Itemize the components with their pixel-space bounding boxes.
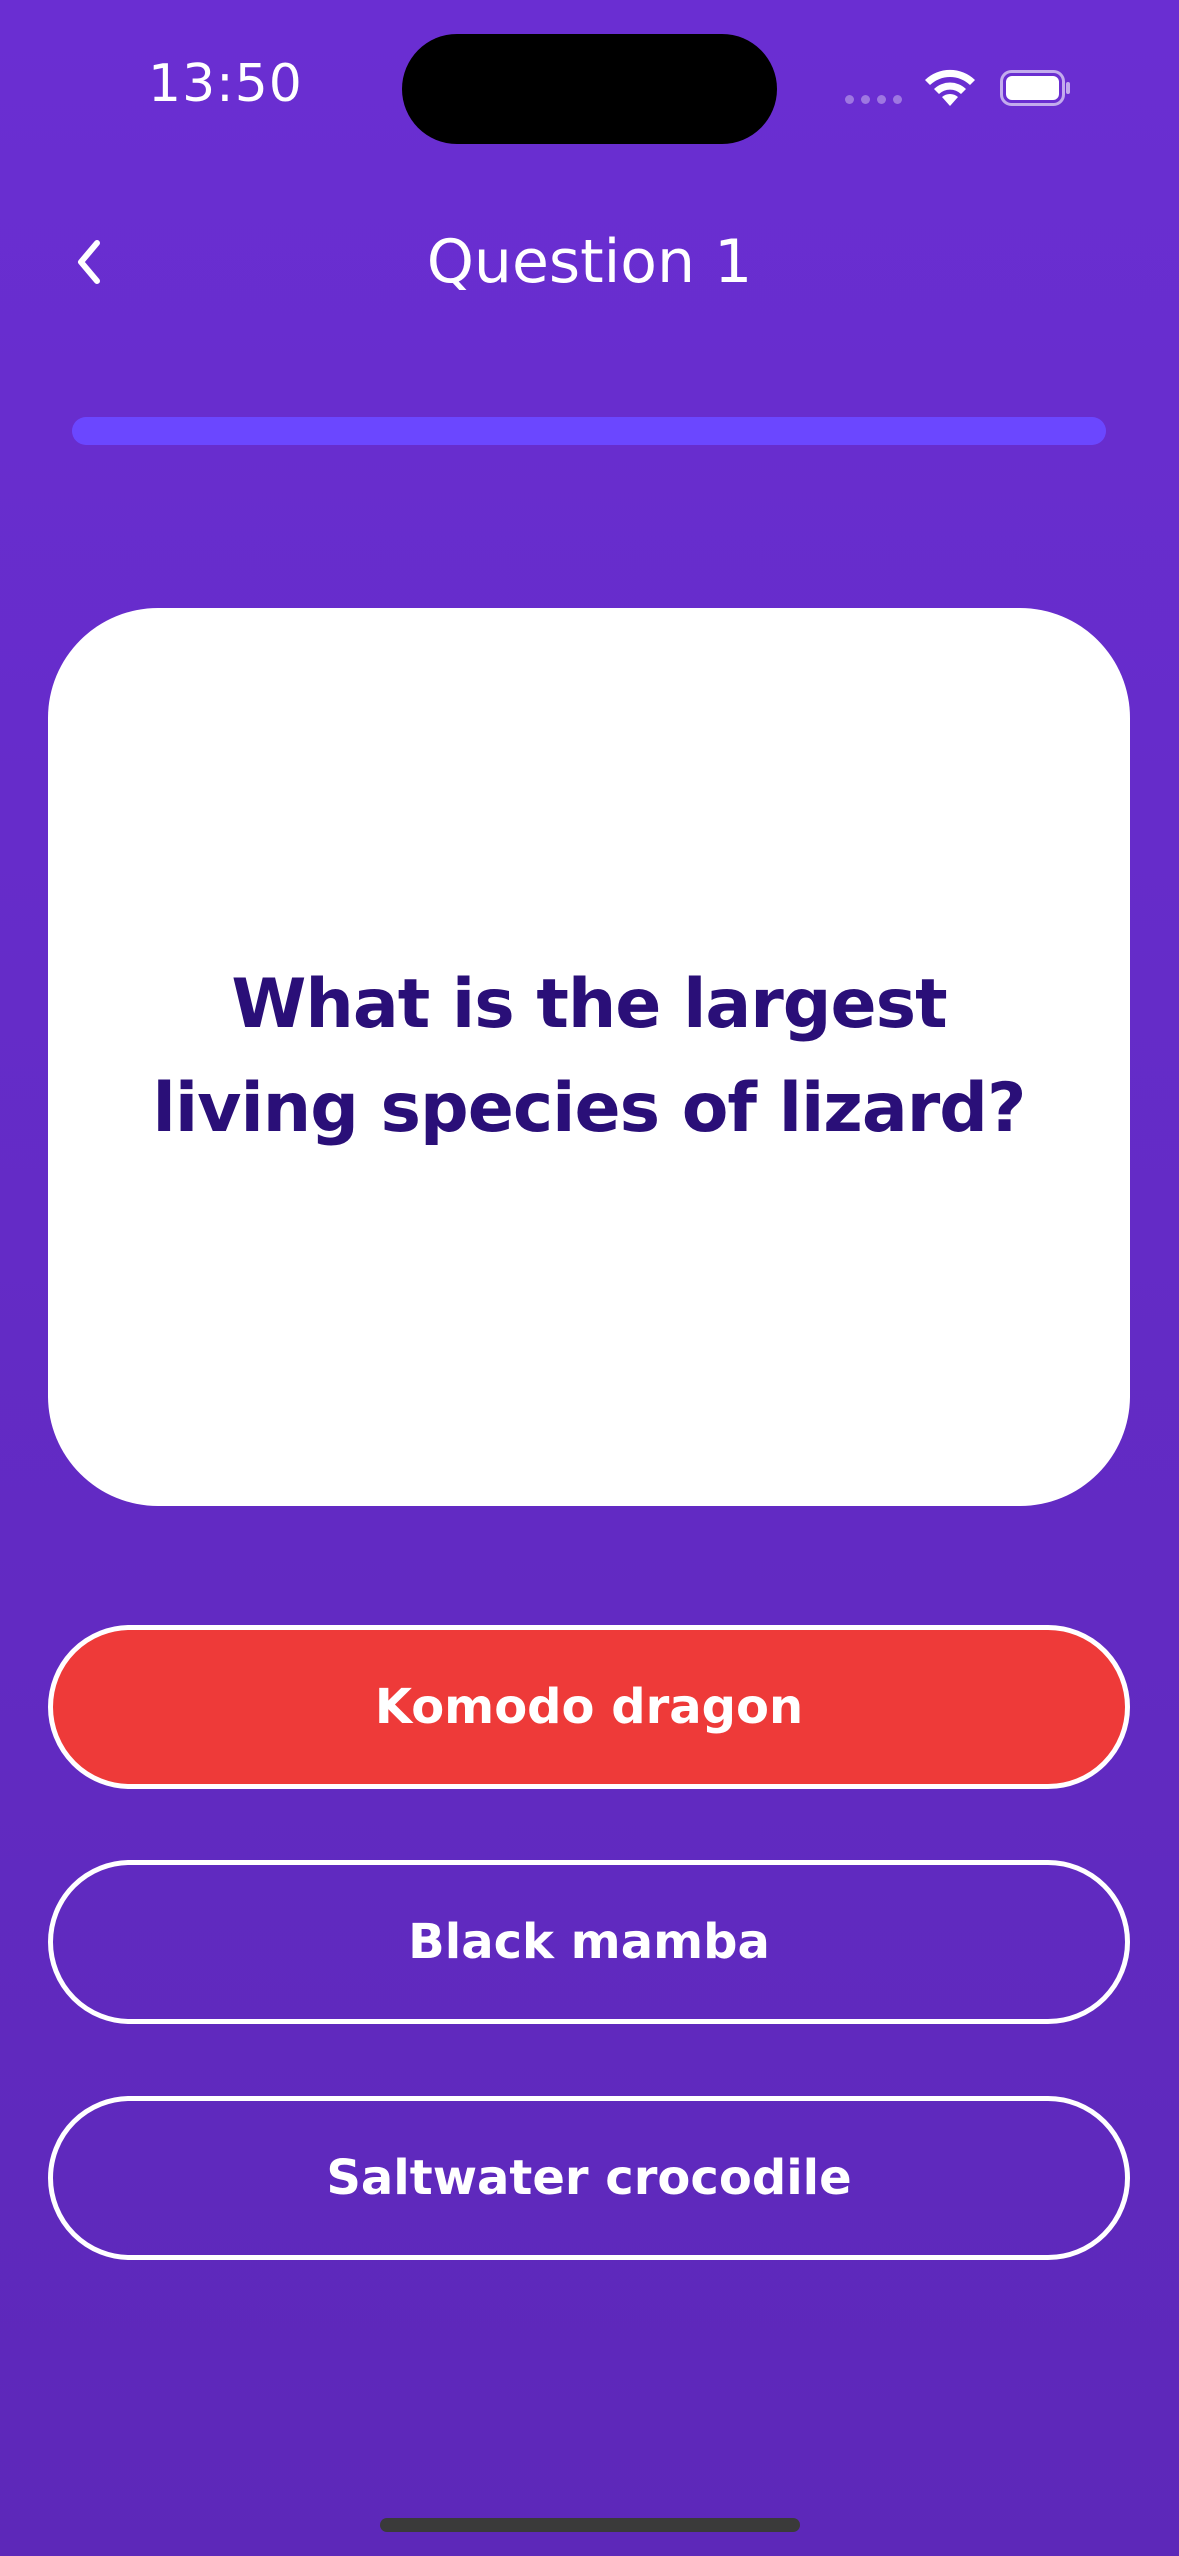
answer-option[interactable]: Komodo dragon (48, 1625, 1130, 1789)
question-text: What is the largest living species of li… (152, 965, 1027, 1148)
answer-label: Black mamba (408, 1914, 770, 1970)
home-indicator (380, 2518, 800, 2532)
progress-bar (72, 417, 1106, 445)
status-time: 13:50 (148, 54, 303, 114)
question-card: What is the largest living species of li… (48, 608, 1130, 1506)
answer-option[interactable]: Black mamba (48, 1860, 1130, 2024)
page-title: Question 1 (426, 227, 753, 297)
cellular-signal-icon (845, 95, 902, 104)
answer-option[interactable]: Saltwater crocodile (48, 2096, 1130, 2260)
progress-fill (72, 417, 1106, 445)
answer-label: Saltwater crocodile (326, 2150, 852, 2206)
dynamic-island (402, 34, 777, 144)
answer-label: Komodo dragon (374, 1679, 804, 1735)
wifi-icon (925, 69, 975, 106)
battery-icon (1000, 70, 1070, 106)
